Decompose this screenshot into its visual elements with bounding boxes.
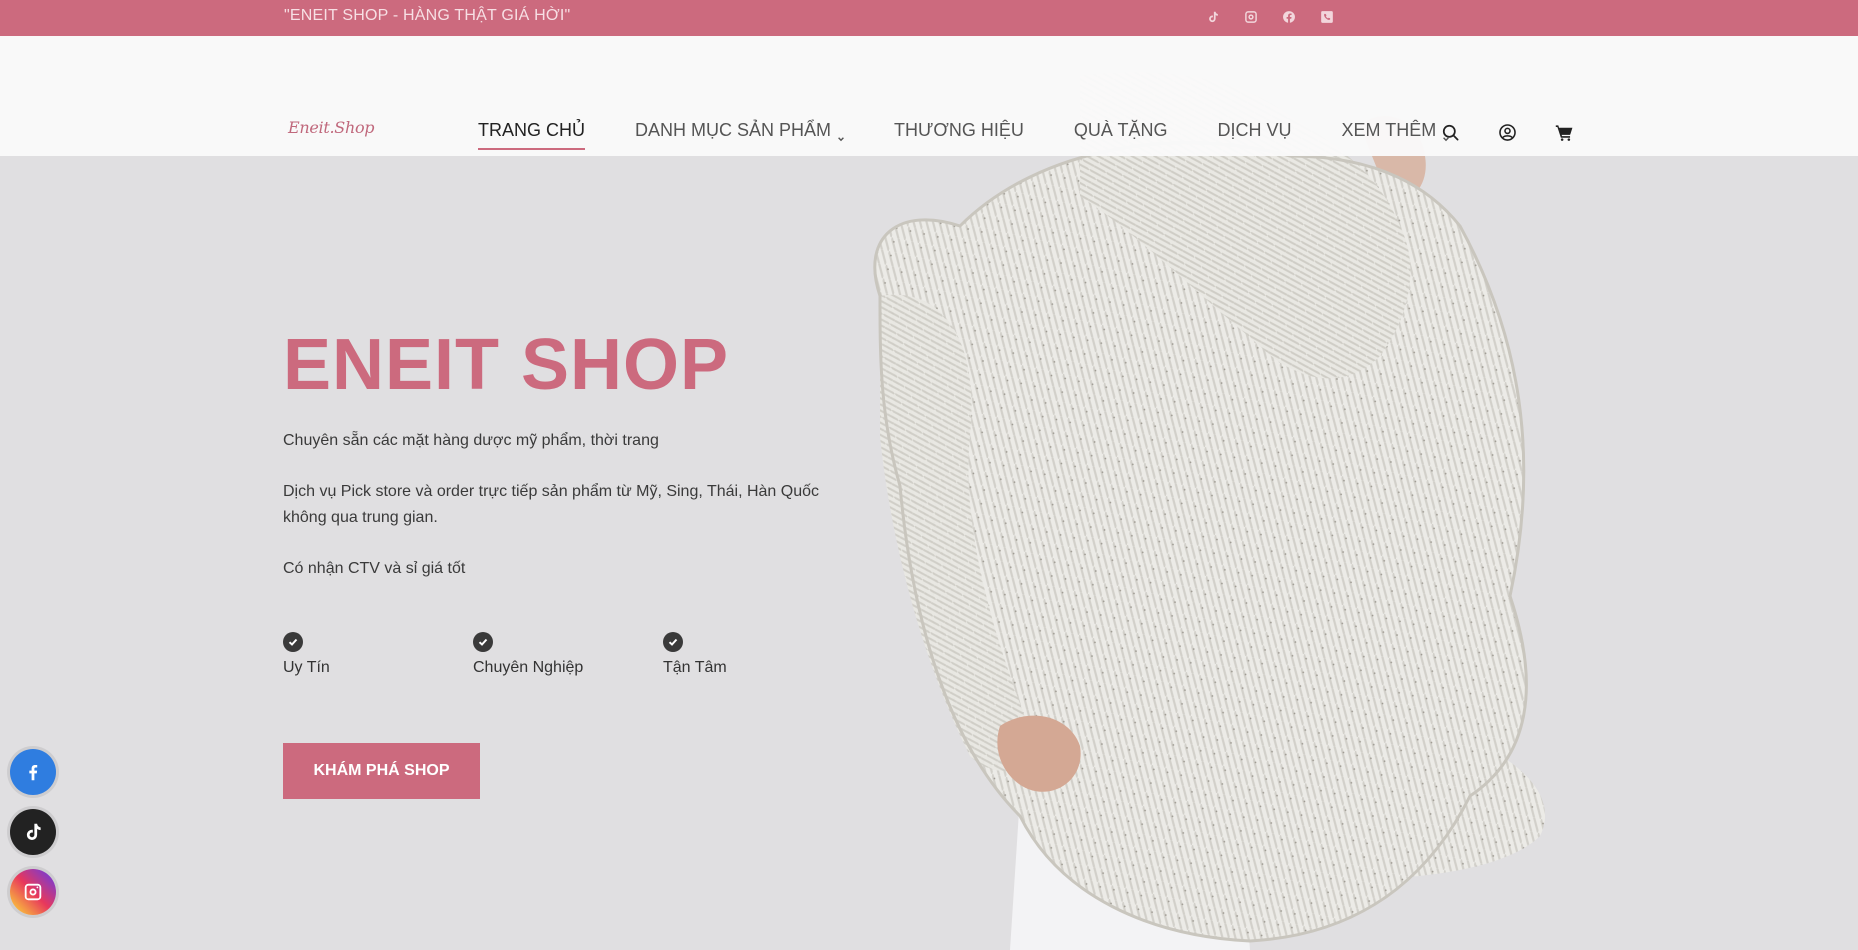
hero-paragraph-1: Chuyên sẵn các mặt hàng dược mỹ phẩm, th…: [283, 432, 659, 449]
instagram-icon[interactable]: [10, 869, 56, 915]
feature-label: Uy Tín: [283, 659, 330, 676]
nav-item-label: QUÀ TẶNG: [1073, 120, 1168, 140]
feature-item: Tận Tâm: [663, 632, 853, 677]
floating-social-bar: [10, 749, 56, 915]
hero-title: ENEIT SHOP: [283, 325, 730, 405]
facebook-icon[interactable]: [1280, 8, 1298, 26]
tiktok-icon[interactable]: [1204, 8, 1222, 26]
announcement-bar: "ENEIT SHOP - HÀNG THẬT GIÁ HỜI": [0, 0, 1858, 36]
hero-image: [873, 72, 1546, 950]
feature-item: Chuyên Nghiệp: [473, 632, 663, 677]
tiktok-icon[interactable]: [10, 809, 56, 855]
feature-item: Uy Tín: [283, 632, 473, 677]
nav-item-categories[interactable]: DANH MỤC SẢN PHẨM: [635, 120, 845, 141]
header-actions: [1440, 122, 1574, 142]
check-circle-icon: [663, 632, 683, 652]
nav-item-gifts[interactable]: QUÀ TẶNG: [1074, 120, 1168, 141]
phone-icon[interactable]: [1318, 8, 1336, 26]
chevron-down-icon: [837, 127, 845, 141]
nav-item-more[interactable]: XEM THÊM: [1342, 120, 1451, 141]
topbar-social-links: [1204, 8, 1336, 26]
hero-paragraph-2-line-2: không qua trung gian.: [283, 509, 438, 526]
search-icon[interactable]: [1440, 122, 1460, 142]
feature-list: Uy Tín Chuyên Nghiệp Tận Tâm: [283, 632, 853, 677]
cart-icon[interactable]: [1554, 122, 1574, 142]
site-header: Eneit.Shop TRANG CHỦ DANH MỤC SẢN PHẨM T…: [0, 36, 1858, 156]
nav-item-label: DỊCH VỤ: [1217, 120, 1292, 140]
explore-shop-button[interactable]: KHÁM PHÁ SHOP: [283, 743, 480, 799]
nav-item-label: XEM THÊM: [1341, 120, 1437, 140]
instagram-icon[interactable]: [1242, 8, 1260, 26]
nav-item-label: TRANG CHỦ: [478, 120, 585, 140]
feature-label: Tận Tâm: [663, 659, 727, 676]
facebook-icon[interactable]: [10, 749, 56, 795]
nav-item-services[interactable]: DỊCH VỤ: [1218, 120, 1292, 141]
main-nav: TRANG CHỦ DANH MỤC SẢN PHẨM THƯƠNG HIỆU …: [478, 120, 1451, 150]
hero-section: [0, 36, 1858, 950]
feature-label: Chuyên Nghiệp: [473, 659, 584, 676]
check-circle-icon: [473, 632, 493, 652]
check-circle-icon: [283, 632, 303, 652]
nav-item-home[interactable]: TRANG CHỦ: [478, 120, 585, 150]
hero-paragraph-3: Có nhận CTV và sỉ giá tốt: [283, 560, 466, 577]
site-logo[interactable]: Eneit.Shop: [288, 118, 375, 137]
announcement-text: "ENEIT SHOP - HÀNG THẬT GIÁ HỜI": [284, 7, 571, 24]
nav-item-label: DANH MỤC SẢN PHẨM: [635, 120, 832, 140]
account-icon[interactable]: [1497, 122, 1517, 142]
nav-item-label: THƯƠNG HIỆU: [894, 120, 1024, 140]
hero-paragraph-2-line-1: Dịch vụ Pick store và order trực tiếp sả…: [283, 483, 820, 500]
nav-item-brands[interactable]: THƯƠNG HIỆU: [894, 120, 1024, 141]
